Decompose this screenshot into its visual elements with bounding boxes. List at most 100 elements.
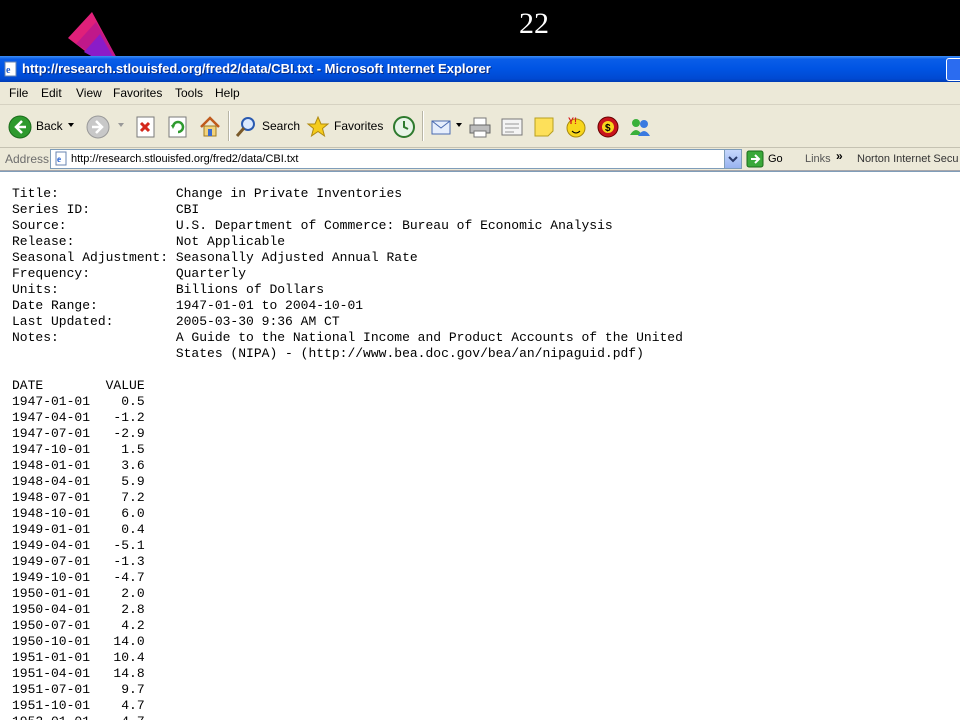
menu-bar: File Edit View Favorites Tools Help (0, 82, 960, 105)
table-row: 1947-07-01 -2.9 (12, 426, 683, 442)
casino-chip-icon[interactable]: $ (596, 115, 620, 139)
back-button-label[interactable]: Back (36, 119, 63, 133)
table-row: 1948-10-01 6.0 (12, 506, 683, 522)
window-title: http://research.stlouisfed.org/fred2/dat… (22, 61, 491, 76)
row-value: 0.4 (90, 522, 145, 537)
print-icon[interactable] (468, 115, 492, 139)
row-value: 4.2 (90, 618, 145, 633)
row-date: 1949-10-01 (12, 570, 91, 585)
page-content: Title: Change in Private Inventories Ser… (0, 171, 960, 720)
back-dropdown-icon[interactable] (68, 123, 74, 127)
toolbar-separator (422, 111, 424, 141)
table-header: DATE VALUE (12, 378, 145, 393)
row-date: 1951-01-01 (12, 650, 91, 665)
menu-tools[interactable]: Tools (175, 86, 203, 100)
toolbar-separator (228, 111, 230, 141)
address-dropdown-button[interactable] (724, 150, 741, 168)
row-date: 1948-01-01 (12, 458, 91, 473)
menu-help[interactable]: Help (215, 86, 240, 100)
svg-text:e: e (6, 65, 11, 76)
refresh-icon[interactable] (166, 115, 190, 139)
forward-icon[interactable] (86, 115, 110, 139)
row-date: 1949-04-01 (12, 538, 91, 553)
row-value: 10.4 (90, 650, 145, 665)
row-value: -2.9 (90, 426, 145, 441)
note-icon[interactable] (532, 115, 556, 139)
go-arrow-icon[interactable] (746, 150, 764, 168)
table-row: 1951-01-01 10.4 (12, 650, 683, 666)
links-chevron-icon[interactable]: » (836, 149, 843, 163)
row-date: 1950-01-01 (12, 586, 91, 601)
row-value: -1.3 (90, 554, 145, 569)
table-row: 1949-10-01 -4.7 (12, 570, 683, 586)
home-icon[interactable] (198, 115, 222, 139)
data-table: 1947-01-01 0.5 1947-04-01 -1.2 1947-07-01 … (12, 394, 683, 720)
row-date: 1947-07-01 (12, 426, 91, 441)
address-url[interactable]: http://research.stlouisfed.org/fred2/dat… (71, 152, 298, 166)
table-row: 1952-01-01 4.7 (12, 714, 683, 720)
favorites-button-label[interactable]: Favorites (334, 119, 383, 133)
row-date: 1951-07-01 (12, 682, 91, 697)
row-value: 9.7 (90, 682, 145, 697)
edit-icon[interactable] (500, 115, 524, 139)
table-row: 1950-04-01 2.8 (12, 602, 683, 618)
browser-window: e http://research.stlouisfed.org/fred2/d… (0, 56, 960, 720)
table-row: 1951-07-01 9.7 (12, 682, 683, 698)
row-date: 1951-04-01 (12, 666, 91, 681)
table-row: 1951-10-01 4.7 (12, 698, 683, 714)
table-row: 1947-04-01 -1.2 (12, 410, 683, 426)
row-value: 5.9 (90, 474, 145, 489)
row-value: 2.8 (90, 602, 145, 617)
ie-page-icon: e (4, 61, 17, 77)
search-icon[interactable] (234, 115, 258, 139)
search-button-label[interactable]: Search (262, 119, 300, 133)
svg-text:$: $ (605, 123, 611, 134)
table-row: 1950-10-01 14.0 (12, 634, 683, 650)
row-value: 2.0 (90, 586, 145, 601)
forward-dropdown-icon[interactable] (118, 123, 124, 127)
row-value: 6.0 (90, 506, 145, 521)
svg-text:Y!: Y! (568, 116, 577, 126)
history-icon[interactable] (392, 115, 416, 139)
mail-dropdown-icon[interactable] (456, 123, 462, 127)
favorites-star-icon[interactable] (306, 115, 330, 139)
row-date: 1949-01-01 (12, 522, 91, 537)
row-date: 1951-10-01 (12, 698, 91, 713)
row-value: 3.6 (90, 458, 145, 473)
table-row: 1949-07-01 -1.3 (12, 554, 683, 570)
row-value: -1.2 (90, 410, 145, 425)
menu-file[interactable]: File (9, 86, 28, 100)
table-row: 1948-01-01 3.6 (12, 458, 683, 474)
table-row: 1947-01-01 0.5 (12, 394, 683, 410)
title-bar[interactable]: e http://research.stlouisfed.org/fred2/d… (0, 56, 960, 82)
go-button-label[interactable]: Go (768, 153, 783, 165)
row-date: 1947-10-01 (12, 442, 91, 457)
table-row: 1950-07-01 4.2 (12, 618, 683, 634)
row-date: 1950-04-01 (12, 602, 91, 617)
window-control-button[interactable] (946, 58, 960, 81)
row-value: 4.7 (90, 714, 144, 720)
stop-icon[interactable] (134, 115, 158, 139)
row-value: 4.7 (90, 698, 145, 713)
norton-toolbar-label[interactable]: Norton Internet Secu (857, 153, 959, 165)
document-text: Title: Change in Private Inventories Ser… (12, 186, 683, 720)
slide-number: 22 (519, 7, 549, 40)
menu-view[interactable]: View (76, 86, 102, 100)
menu-favorites[interactable]: Favorites (113, 86, 162, 100)
svg-text:e: e (57, 154, 61, 164)
mail-icon[interactable] (430, 115, 454, 139)
row-value: -5.1 (90, 538, 145, 553)
menu-edit[interactable]: Edit (41, 86, 62, 100)
back-icon[interactable] (8, 115, 32, 139)
document-header: Title: Change in Private Inventories Ser… (12, 186, 683, 361)
page-icon: e (55, 151, 67, 166)
address-input[interactable]: e http://research.stlouisfed.org/fred2/d… (50, 149, 742, 169)
chevron-down-icon (728, 156, 738, 163)
yahoo-messenger-icon[interactable]: Y! (564, 115, 588, 139)
table-row: 1948-04-01 5.9 (12, 474, 683, 490)
row-value: 14.8 (90, 666, 145, 681)
messenger-icon[interactable] (628, 115, 652, 139)
links-label[interactable]: Links (805, 153, 831, 165)
row-value: 1.5 (90, 442, 145, 457)
row-date: 1950-10-01 (12, 634, 91, 649)
